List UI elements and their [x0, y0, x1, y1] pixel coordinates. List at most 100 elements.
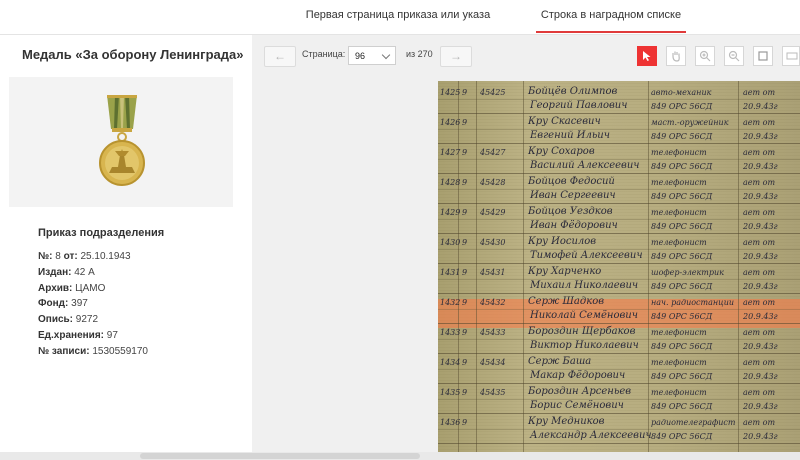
actual-size-button[interactable]: [782, 46, 800, 66]
row-role: радиотелеграфист: [651, 418, 736, 427]
row-status: ает от: [743, 388, 776, 397]
row-status: ает от: [743, 148, 776, 157]
row-divider: [438, 173, 800, 174]
row-name: Кру Сохаров: [528, 146, 595, 157]
row-unit: 849 ОРС 56СД: [651, 282, 713, 291]
prev-page-button[interactable]: ←: [264, 46, 296, 67]
row-divider: [438, 143, 800, 144]
row-name: Кру Иосилов: [528, 236, 597, 247]
field-label: Архив:: [38, 282, 73, 294]
document-scan[interactable]: 1425 9 45425 Бойцёв Олимпов Георгий Павлович…: [438, 81, 800, 453]
zoom-in-icon: [699, 50, 711, 62]
row-name: Кру Харченко: [528, 266, 602, 277]
hand-icon: [672, 51, 680, 62]
column-divider: [476, 81, 477, 453]
tab-award-list-row[interactable]: Строка в наградном списке: [536, 0, 686, 33]
zoom-out-button[interactable]: [724, 46, 744, 66]
column-divider: [458, 81, 459, 453]
row-id: 45427: [480, 148, 506, 157]
pointer-tool-button[interactable]: [637, 46, 657, 66]
row-role: маст.-оружейник: [651, 118, 729, 127]
fit-page-icon: [758, 51, 768, 61]
row-unit: 849 ОРС 56СД: [651, 132, 713, 141]
row-patronymic: Евгений Ильич: [530, 130, 610, 141]
column-divider: [648, 81, 649, 453]
medal-title: Медаль «За оборону Ленинграда»: [22, 47, 244, 62]
row-role: телефонист: [651, 388, 707, 397]
row-mark: 9: [462, 208, 468, 217]
row-divider: [438, 413, 800, 414]
field-value: 97: [106, 329, 118, 341]
field-inventory: Опись: 9272: [38, 312, 148, 328]
row-role: нач. радиостанции: [651, 298, 735, 307]
row-subdivider: [438, 249, 800, 250]
row-divider: [438, 233, 800, 234]
row-number: 1428: [440, 178, 461, 187]
row-mark: 9: [462, 118, 468, 127]
row-status: ает от: [743, 238, 776, 247]
row-patronymic: Тимофей Алексеевич: [530, 250, 643, 261]
row-status: ает от: [743, 298, 776, 307]
row-date: 20.9.43г: [743, 372, 778, 381]
row-mark: 9: [462, 298, 468, 307]
row-name: Бороздин Арсеньев: [528, 386, 632, 397]
row-unit: 849 ОРС 56СД: [651, 372, 713, 381]
row-unit: 849 ОРС 56СД: [651, 192, 713, 201]
zoom-in-button[interactable]: [695, 46, 715, 66]
scrollbar-thumb[interactable]: [140, 453, 420, 459]
row-id: 45431: [480, 268, 506, 277]
row-patronymic: Георгий Павлович: [530, 100, 628, 111]
row-name: Серж Баша: [528, 356, 592, 367]
row-subdivider: [438, 279, 800, 280]
row-patronymic: Александр Алексеевич: [530, 430, 652, 441]
row-subdivider: [438, 309, 800, 310]
total-pages: из 270: [406, 49, 433, 59]
row-name: Бойцов Федосий: [528, 176, 615, 187]
row-status: ает от: [743, 358, 776, 367]
tab-first-page[interactable]: Первая страница приказа или указа: [300, 0, 496, 33]
row-date: 20.9.43г: [743, 282, 778, 291]
row-divider: [438, 293, 800, 294]
row-status: ает от: [743, 88, 776, 97]
row-mark: 9: [462, 358, 468, 367]
row-role: телефонист: [651, 238, 707, 247]
row-number: 1427: [440, 148, 461, 157]
row-status: ает от: [743, 328, 776, 337]
row-unit: 849 ОРС 56СД: [651, 402, 713, 411]
row-date: 20.9.43г: [743, 252, 778, 261]
row-name: Кру Медников: [528, 416, 605, 427]
row-subdivider: [438, 99, 800, 100]
row-date: 20.9.43г: [743, 132, 778, 141]
hand-tool-button[interactable]: [666, 46, 686, 66]
row-date: 20.9.43г: [743, 342, 778, 351]
row-unit: 849 ОРС 56СД: [651, 342, 713, 351]
row-status: ает от: [743, 118, 776, 127]
fit-page-button[interactable]: [753, 46, 773, 66]
field-value: 9272: [75, 314, 99, 326]
row-number: 1433: [440, 328, 461, 337]
row-subdivider: [438, 429, 800, 430]
page-select[interactable]: 96: [348, 46, 396, 65]
row-number: 1426: [440, 118, 461, 127]
actual-size-icon: [786, 52, 798, 60]
horizontal-scrollbar[interactable]: [0, 452, 800, 460]
row-unit: 849 ОРС 56СД: [651, 432, 713, 441]
row-divider: [438, 323, 800, 324]
row-unit: 849 ОРС 56СД: [651, 162, 713, 171]
row-patronymic: Михаил Николаевич: [530, 280, 639, 291]
row-number: 1431: [440, 268, 461, 277]
row-mark: 9: [462, 148, 468, 157]
row-divider: [438, 203, 800, 204]
row-patronymic: Иван Сергеевич: [530, 190, 616, 201]
row-patronymic: Борис Семёнович: [530, 400, 624, 411]
field-value: 25.10.1943: [80, 251, 131, 262]
row-status: ает от: [743, 418, 776, 427]
chevron-down-icon: [381, 50, 391, 60]
next-page-button[interactable]: →: [440, 46, 472, 67]
row-divider: [438, 353, 800, 354]
field-fond: Фонд: 397: [38, 296, 148, 312]
row-name: Кру Скасевич: [528, 116, 601, 127]
pointer-icon: [643, 51, 651, 61]
column-divider: [523, 81, 524, 453]
row-date: 20.9.43г: [743, 222, 778, 231]
